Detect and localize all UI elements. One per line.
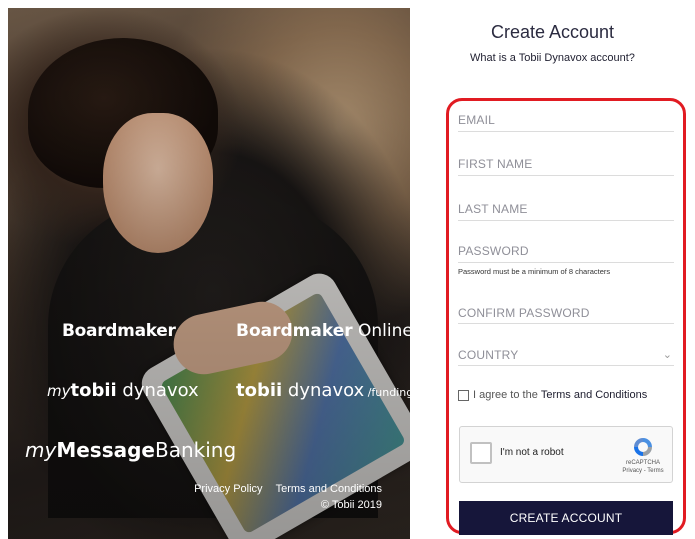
recaptcha-label: I'm not a robot <box>500 447 564 458</box>
password-field[interactable]: PASSWORD <box>458 244 674 263</box>
first-name-field[interactable]: FIRST NAME <box>458 157 674 176</box>
last-name-placeholder: LAST NAME <box>458 202 528 216</box>
page-title: Create Account <box>490 22 615 42</box>
recaptcha-icon <box>634 438 652 456</box>
email-placeholder: EMAIL <box>458 113 496 127</box>
email-field[interactable]: EMAIL <box>458 113 674 132</box>
last-name-field[interactable]: LAST NAME <box>458 202 674 221</box>
account-info-link[interactable]: What is a Tobii Dynavox account? <box>410 52 695 64</box>
create-account-button[interactable]: CREATE ACCOUNT <box>459 501 673 535</box>
terms-agreement: I agree to the Terms and Conditions <box>458 389 647 401</box>
privacy-policy-link[interactable]: Privacy Policy <box>194 483 262 495</box>
agree-text: I agree to the <box>473 389 538 401</box>
password-placeholder: PASSWORD <box>458 244 529 258</box>
recaptcha-checkbox[interactable] <box>470 442 492 464</box>
confirm-password-placeholder: CONFIRM PASSWORD <box>458 306 590 320</box>
country-placeholder: COUNTRY <box>458 348 519 362</box>
recaptcha-logo: reCAPTCHA Privacy - Terms <box>620 435 666 475</box>
hero-image: Boardmaker Boardmaker Online mytobii dyn… <box>8 8 410 539</box>
terms-conditions-link[interactable]: Terms and Conditions <box>541 389 647 401</box>
hero-footer-links: Privacy Policy Terms and Conditions © To… <box>184 481 382 513</box>
boardmaker-online-logo: Boardmaker Online <box>236 321 410 341</box>
first-name-placeholder: FIRST NAME <box>458 157 533 171</box>
country-select[interactable]: COUNTRY ⌄ <box>458 348 674 366</box>
boardmaker-logo: Boardmaker <box>62 321 176 341</box>
recaptcha-widget: I'm not a robot reCAPTCHA Privacy - Term… <box>459 426 673 483</box>
tobii-dynavox-funding-logo: tobii dynavox /funding <box>236 380 410 401</box>
my-tobii-dynavox-logo: mytobii dynavox <box>47 380 199 401</box>
copyright-text: © Tobii 2019 <box>320 499 382 511</box>
recaptcha-privacy-terms[interactable]: Privacy - Terms <box>620 467 666 475</box>
terms-link[interactable]: Terms and Conditions <box>276 483 382 495</box>
chevron-down-icon[interactable]: ⌄ <box>663 348 672 361</box>
my-message-banking-logo: myMessageBanking <box>25 438 237 462</box>
confirm-password-field[interactable]: CONFIRM PASSWORD <box>458 306 674 324</box>
terms-checkbox[interactable] <box>458 389 469 401</box>
password-hint: Password must be a minimum of 8 characte… <box>458 267 611 276</box>
recaptcha-brand: reCAPTCHA <box>625 460 660 466</box>
